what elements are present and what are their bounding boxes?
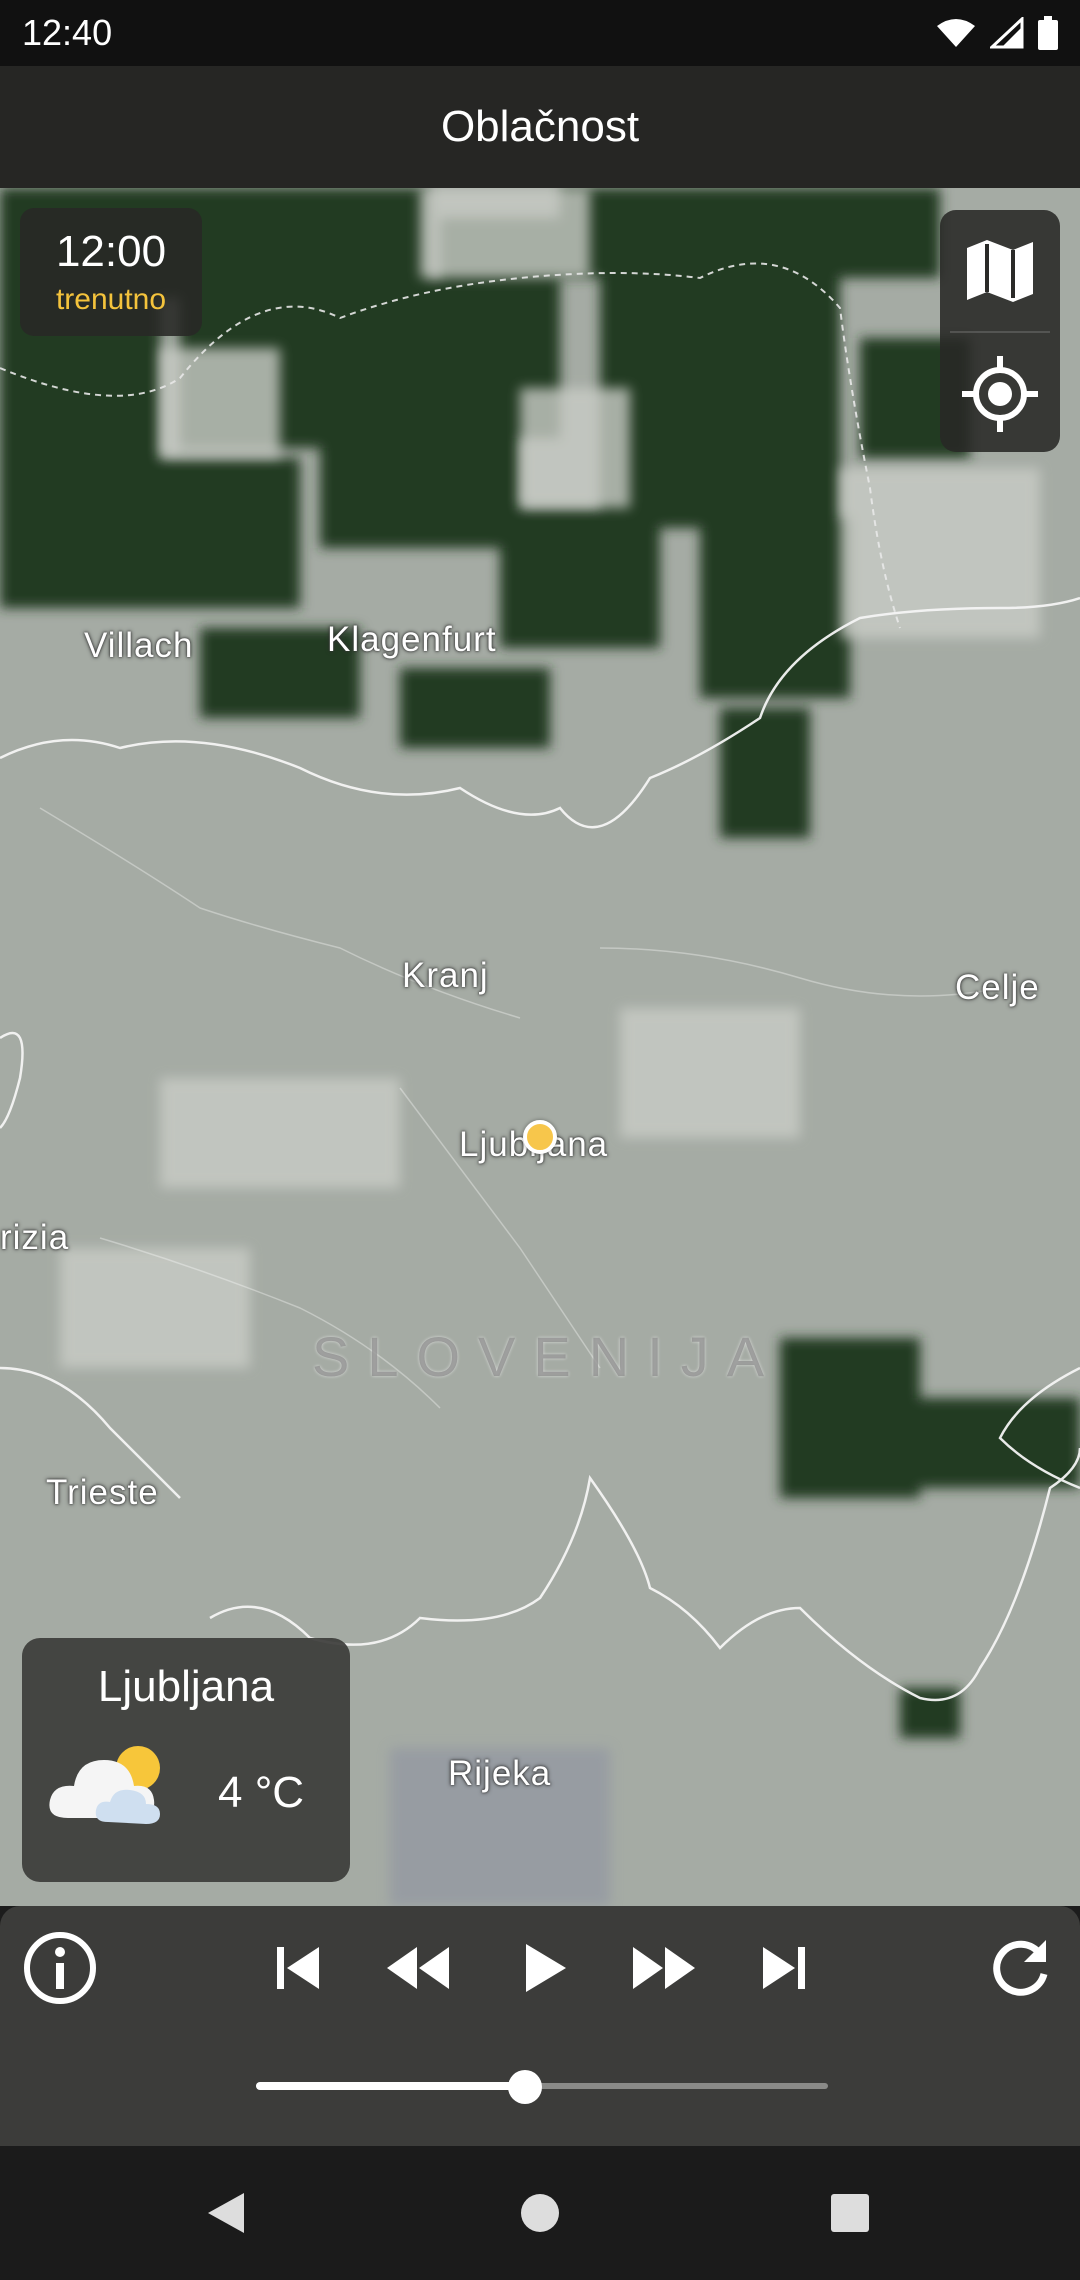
map-controls xyxy=(940,210,1060,452)
city-label-celje: Celje xyxy=(955,968,1040,1007)
play-icon xyxy=(526,1944,566,1992)
refresh-button[interactable] xyxy=(980,1928,1060,2008)
info-icon xyxy=(24,1932,96,2004)
partly-cloudy-icon xyxy=(49,1746,160,1824)
status-time: 12:40 xyxy=(22,12,113,53)
rewind-button[interactable] xyxy=(378,1928,458,2008)
timeline-thumb[interactable] xyxy=(507,2070,542,2104)
my-location-button[interactable] xyxy=(940,333,1060,454)
rewind-icon xyxy=(387,1947,449,1989)
location-marker[interactable] xyxy=(523,1120,557,1154)
refresh-icon xyxy=(993,1940,1048,1996)
nav-recents-button[interactable] xyxy=(790,2146,910,2280)
weather-card-city: Ljubljana xyxy=(97,1662,275,1711)
my-location-icon xyxy=(962,355,1038,432)
recents-icon xyxy=(831,2194,869,2232)
map-layers-button[interactable] xyxy=(940,210,1060,331)
play-button[interactable] xyxy=(505,1928,585,2008)
skip-to-start-button[interactable] xyxy=(258,1928,338,2008)
battery-icon xyxy=(1038,16,1058,50)
fast-forward-button[interactable] xyxy=(624,1928,704,2008)
city-label-rijeka: Rijeka xyxy=(448,1754,552,1793)
skip-to-end-icon xyxy=(763,1947,805,1989)
fast-forward-icon xyxy=(633,1947,695,1989)
country-label: SLOVENIJA xyxy=(312,1325,783,1388)
time-panel: 12:00 trenutno xyxy=(20,208,202,336)
system-nav-bar xyxy=(0,2146,1080,2280)
nav-back-button[interactable] xyxy=(166,2146,286,2280)
info-button[interactable] xyxy=(20,1928,100,2008)
status-bar: 12:40 xyxy=(0,0,1080,66)
page-title: Oblačnost xyxy=(440,102,640,151)
skip-to-start-icon xyxy=(277,1947,319,1989)
status-icons xyxy=(936,16,1058,50)
wifi-icon xyxy=(937,19,975,47)
app-bar: Oblačnost xyxy=(0,66,1080,188)
city-label-gorizia: rizia xyxy=(0,1218,70,1257)
animation-player xyxy=(0,1906,1080,2146)
nav-home-button[interactable] xyxy=(480,2146,600,2280)
city-label-kranj: Kranj xyxy=(402,956,489,995)
back-icon xyxy=(208,2193,244,2233)
weather-card[interactable]: Ljubljana 4 °C xyxy=(22,1638,350,1882)
home-icon xyxy=(521,2194,559,2232)
forecast-time: 12:00 xyxy=(55,227,167,276)
forecast-time-label: trenutno xyxy=(55,283,167,316)
weather-card-temperature: 4 °C xyxy=(218,1768,305,1817)
timeline-progress xyxy=(256,2082,525,2090)
city-label-trieste: Trieste xyxy=(46,1473,159,1512)
city-label-klagenfurt: Klagenfurt xyxy=(327,620,497,659)
map-layers-icon xyxy=(967,239,1033,302)
timeline-slider[interactable] xyxy=(256,2070,828,2104)
city-label-villach: Villach xyxy=(84,626,194,665)
skip-to-end-button[interactable] xyxy=(744,1928,824,2008)
signal-icon xyxy=(990,17,1024,49)
